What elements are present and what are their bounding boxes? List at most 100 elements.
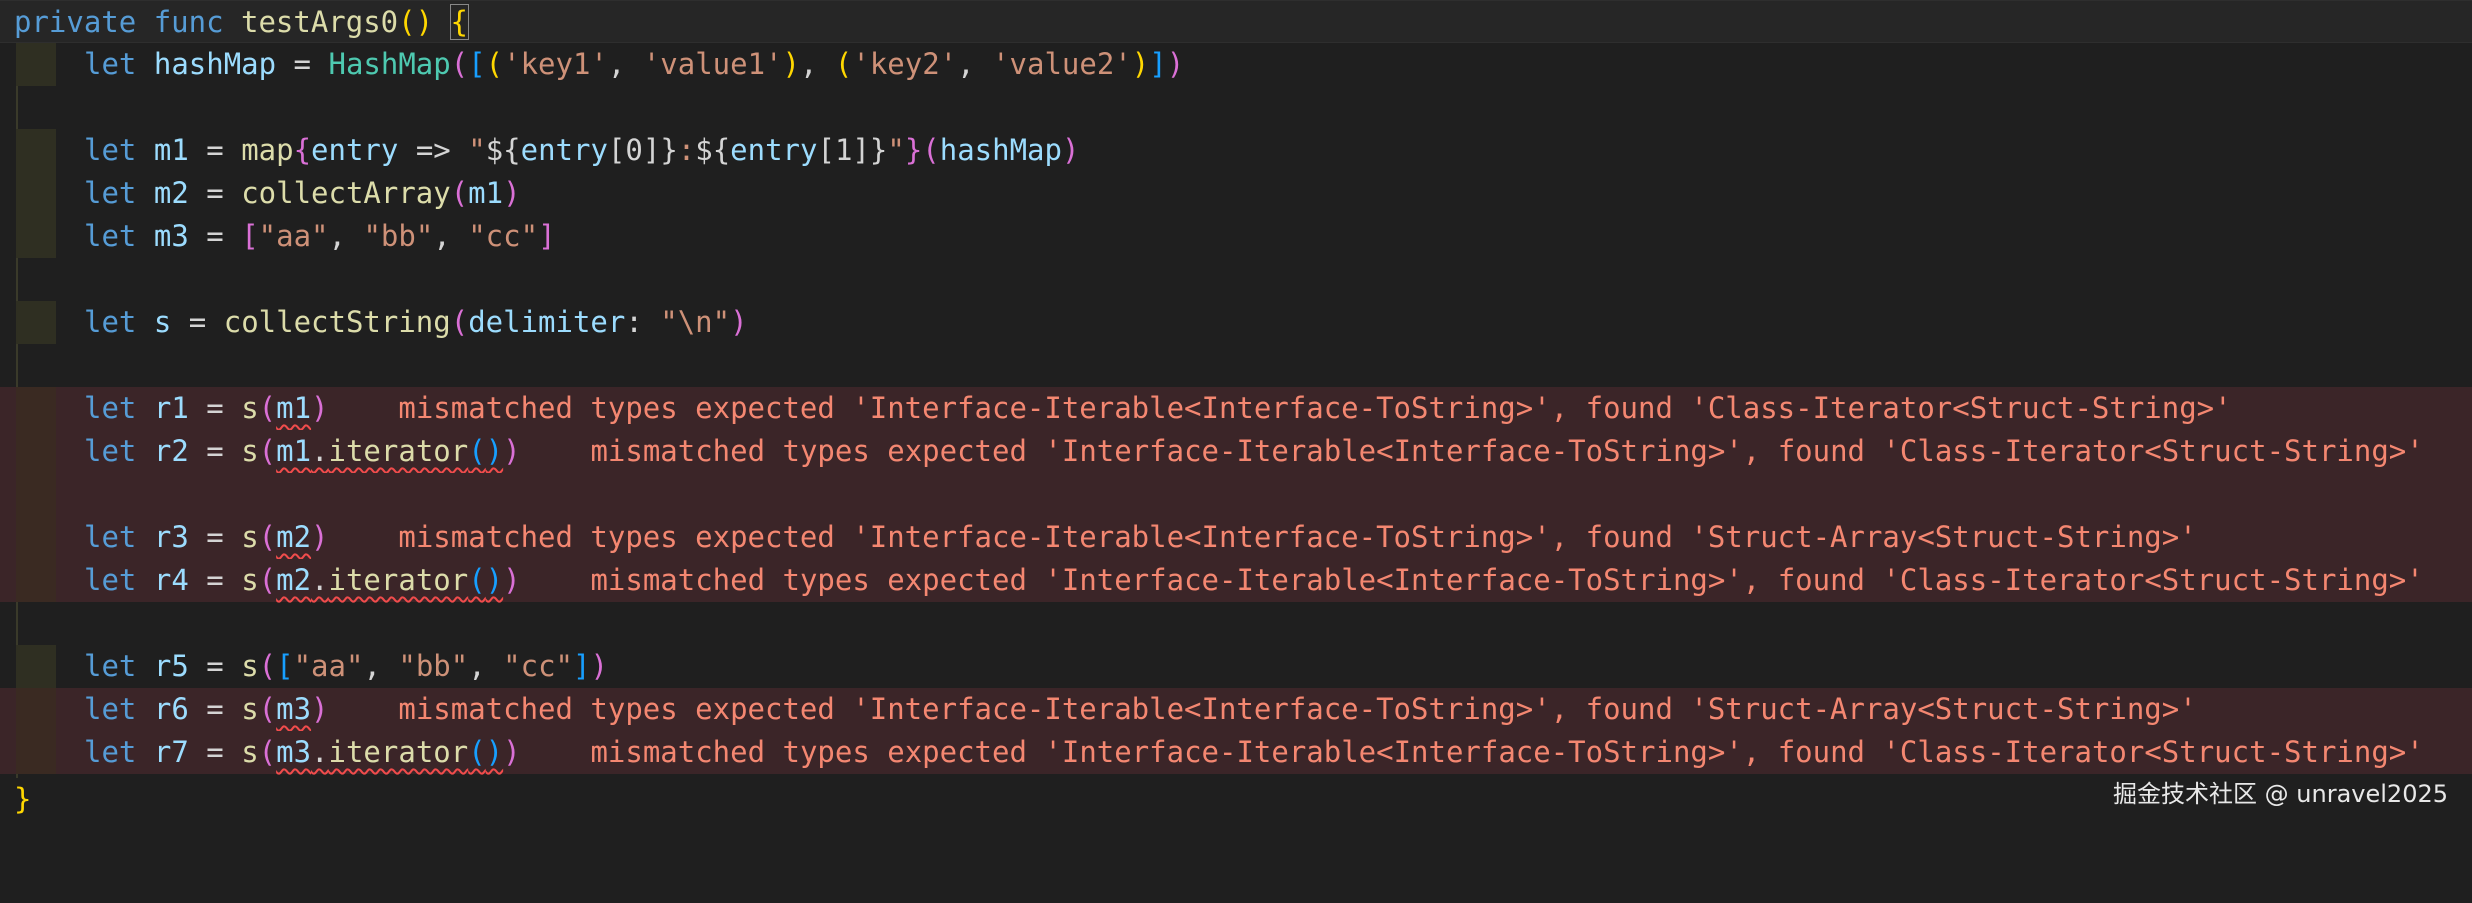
token-paren: (	[258, 434, 277, 468]
token-interp: ${	[695, 133, 731, 167]
code-line-5[interactable]: let m2 = collectArray(m1)	[0, 172, 2472, 215]
token-arrow: =>	[415, 133, 451, 167]
indent-marker	[16, 559, 56, 602]
token-operator: =	[206, 434, 224, 468]
token-paren: )	[311, 391, 329, 425]
token-paren: )	[590, 649, 608, 683]
line-content: let hashMap = HashMap([('key1', 'value1'…	[84, 43, 1184, 86]
token-string: "aa"	[293, 649, 364, 683]
token-comma: ,	[468, 649, 486, 683]
code-line-4[interactable]: let m1 = map{entry => "${entry[0]}:${ent…	[0, 129, 2472, 172]
inline-error-message: mismatched types expected 'Interface-Ite…	[398, 391, 2232, 425]
code-line-14[interactable]: let r4 = s(m2.iterator()) mismatched typ…	[0, 559, 2472, 602]
line-content: let r2 = s(m1.iterator()) mismatched typ…	[84, 430, 2424, 473]
token-keyword: let	[84, 735, 137, 769]
token-function: collectString	[223, 305, 451, 339]
token-paren: (	[468, 735, 486, 769]
token-variable: r2	[153, 434, 189, 468]
code-line-11[interactable]: let r2 = s(m1.iterator()) mismatched typ…	[0, 430, 2472, 473]
token-operator: =	[206, 520, 224, 554]
token-keyword: let	[84, 434, 137, 468]
line-content: let r6 = s(m3) mismatched types expected…	[84, 688, 2197, 731]
error-squiggle-arg[interactable]: m2	[276, 520, 311, 554]
code-line-18[interactable]: let r7 = s(m3.iterator()) mismatched typ…	[0, 731, 2472, 774]
token-variable: m2	[276, 563, 312, 597]
error-squiggle-arg[interactable]: m1.iterator()	[276, 434, 503, 468]
token-paren: )	[503, 434, 521, 468]
token-string: "\n"	[660, 305, 731, 339]
error-squiggle-arg[interactable]: m1	[276, 391, 311, 425]
token-quote: "	[468, 133, 486, 167]
code-line-16[interactable]: let r5 = s(["aa", "bb", "cc"])	[0, 645, 2472, 688]
line-content: private func testArgs0() {	[14, 1, 470, 44]
token-variable: r5	[153, 649, 189, 683]
indent-marker	[16, 731, 56, 774]
token-function: s	[241, 391, 259, 425]
token-comma: ,	[433, 219, 451, 253]
token-interp: }	[869, 133, 888, 167]
token-function: collectArray	[241, 176, 451, 210]
token-paren: )	[485, 434, 504, 468]
token-string: :	[677, 133, 696, 167]
token-paren: )	[311, 692, 329, 726]
error-squiggle-arg[interactable]: m3.iterator()	[276, 735, 503, 769]
token-index: [0]	[607, 133, 661, 167]
token-keyword: let	[84, 649, 137, 683]
line-content: let m2 = collectArray(m1)	[84, 172, 521, 215]
code-line-8[interactable]: let s = collectString(delimiter: "\n")	[0, 301, 2472, 344]
token-paren: (	[258, 520, 277, 554]
token-type: HashMap	[328, 47, 451, 81]
token-dot: .	[311, 563, 329, 597]
token-function: s	[241, 649, 259, 683]
error-squiggle-arg[interactable]: m3	[276, 692, 311, 726]
token-string: "aa"	[258, 219, 329, 253]
code-line-6[interactable]: let m3 = ["aa", "bb", "cc"]	[0, 215, 2472, 258]
token-paren: (	[258, 391, 277, 425]
token-variable: r4	[153, 563, 189, 597]
token-operator: =	[206, 391, 224, 425]
token-paren: (	[834, 47, 853, 81]
inline-error-message: mismatched types expected 'Interface-Ite…	[590, 735, 2424, 769]
token-bracket: ]	[1149, 47, 1167, 81]
token-colon: :	[625, 305, 643, 339]
token-bracket: [	[468, 47, 486, 81]
token-paren: (	[485, 47, 504, 81]
indent-marker	[16, 215, 56, 258]
code-line-2[interactable]: let hashMap = HashMap([('key1', 'value1'…	[0, 43, 2472, 86]
token-param-label: delimiter	[468, 305, 626, 339]
token-variable: hashMap	[939, 133, 1062, 167]
code-line-17[interactable]: let r6 = s(m3) mismatched types expected…	[0, 688, 2472, 731]
line-content: let r5 = s(["aa", "bb", "cc"])	[84, 645, 608, 688]
line-content: let s = collectString(delimiter: "\n")	[84, 301, 748, 344]
token-paren: )	[503, 735, 521, 769]
token-brace: {	[293, 133, 312, 167]
token-string: "cc"	[503, 649, 573, 683]
token-variable: m2	[153, 176, 189, 210]
indent-marker	[16, 301, 56, 344]
error-squiggle-arg[interactable]: m2.iterator()	[276, 563, 503, 597]
token-keyword: let	[84, 520, 137, 554]
token-keyword: func	[153, 5, 224, 39]
token-dot: .	[311, 434, 329, 468]
token-param: entry	[311, 133, 399, 167]
indent-marker	[16, 430, 56, 473]
token-keyword: let	[84, 176, 137, 210]
token-paren: (	[922, 133, 940, 167]
token-bracket: [	[241, 219, 259, 253]
code-line-10[interactable]: let r1 = s(m1) mismatched types expected…	[0, 387, 2472, 430]
indent-marker	[16, 43, 56, 86]
token-variable: m3	[276, 735, 312, 769]
line-content: let r1 = s(m1) mismatched types expected…	[84, 387, 2232, 430]
token-paren: )	[485, 735, 504, 769]
code-line-1[interactable]: private func testArgs0() {	[0, 0, 2472, 43]
code-line-12[interactable]	[0, 473, 2472, 516]
code-line-13[interactable]: let r3 = s(m2) mismatched types expected…	[0, 516, 2472, 559]
token-paren: (	[468, 434, 486, 468]
token-bracket: ]	[573, 649, 591, 683]
token-paren: )	[1131, 47, 1150, 81]
token-string: 'key2'	[852, 47, 958, 81]
code-editor[interactable]: private func testArgs0() { let hashMap =…	[0, 0, 2472, 832]
token-paren: (	[468, 563, 486, 597]
token-variable: entry	[520, 133, 608, 167]
line-content: let r3 = s(m2) mismatched types expected…	[84, 516, 2197, 559]
